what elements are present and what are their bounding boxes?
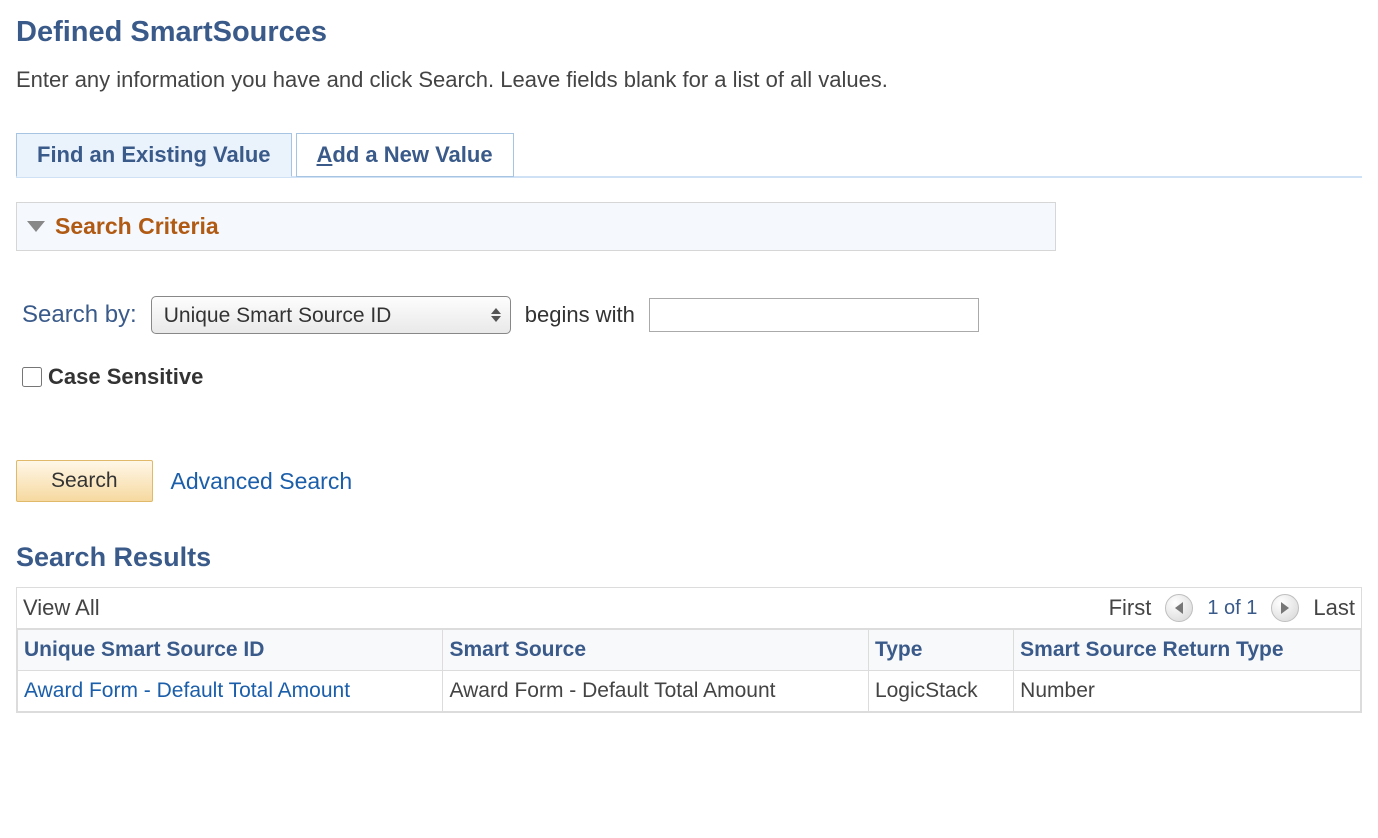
search-field-select[interactable]: Unique Smart Source ID: [151, 296, 511, 334]
cell-smart-source: Award Form - Default Total Amount: [443, 671, 868, 712]
col-smart-source[interactable]: Smart Source: [443, 630, 868, 671]
table-row[interactable]: Award Form - Default Total Amount Award …: [18, 671, 1361, 712]
search-field-select-wrap: Unique Smart Source ID: [151, 296, 511, 334]
cell-return-type: Number: [1014, 671, 1361, 712]
pager-prev-button[interactable]: [1165, 594, 1193, 622]
pager-last-label[interactable]: Last: [1313, 595, 1355, 621]
page-title: Defined SmartSources: [16, 16, 1362, 49]
case-sensitive-label[interactable]: Case Sensitive: [48, 364, 203, 390]
results-pager: First 1 of 1 Last: [1109, 594, 1355, 622]
table-header-row: Unique Smart Source ID Smart Source Type…: [18, 630, 1361, 671]
page-instructions: Enter any information you have and click…: [16, 67, 1362, 93]
tab-add-suffix: dd a New Value: [332, 142, 492, 167]
pager-position: 1 of 1: [1207, 597, 1257, 620]
pager-next-button[interactable]: [1271, 594, 1299, 622]
col-type[interactable]: Type: [868, 630, 1013, 671]
tab-find-existing[interactable]: Find an Existing Value: [16, 133, 292, 177]
tab-find-label: Find an Existing Value: [37, 142, 271, 167]
search-criteria-header[interactable]: Search Criteria: [16, 202, 1056, 251]
search-button[interactable]: Search: [16, 460, 153, 502]
search-by-row: Search by: Unique Smart Source ID begins…: [16, 296, 1362, 334]
results-grid-header: View All First 1 of 1 Last: [17, 588, 1361, 629]
begins-with-label: begins with: [525, 302, 635, 328]
search-results-title: Search Results: [16, 542, 1362, 573]
action-row: Search Advanced Search: [16, 460, 1362, 502]
results-grid: View All First 1 of 1 Last Unique Smart …: [16, 587, 1362, 713]
cell-unique-id: Award Form - Default Total Amount: [18, 671, 443, 712]
search-by-label: Search by:: [22, 301, 137, 329]
chevron-left-icon: [1175, 602, 1183, 614]
results-table: Unique Smart Source ID Smart Source Type…: [17, 629, 1361, 712]
search-criteria-label: Search Criteria: [55, 213, 219, 240]
view-all-link[interactable]: View All: [23, 595, 100, 621]
result-id-link[interactable]: Award Form - Default Total Amount: [24, 679, 350, 702]
case-sensitive-checkbox[interactable]: [22, 367, 42, 387]
advanced-search-link[interactable]: Advanced Search: [171, 468, 353, 495]
search-value-input[interactable]: [649, 298, 979, 332]
tab-strip: Find an Existing Value Add a New Value: [16, 133, 1362, 177]
pager-first-label[interactable]: First: [1109, 595, 1152, 621]
chevron-right-icon: [1281, 602, 1289, 614]
col-unique-id[interactable]: Unique Smart Source ID: [18, 630, 443, 671]
col-return-type[interactable]: Smart Source Return Type: [1014, 630, 1361, 671]
case-sensitive-row: Case Sensitive: [16, 364, 1362, 390]
cell-type: LogicStack: [868, 671, 1013, 712]
tab-add-access-key: A: [317, 142, 333, 167]
tab-add-new[interactable]: Add a New Value: [296, 133, 514, 177]
collapse-triangle-icon: [27, 221, 45, 232]
